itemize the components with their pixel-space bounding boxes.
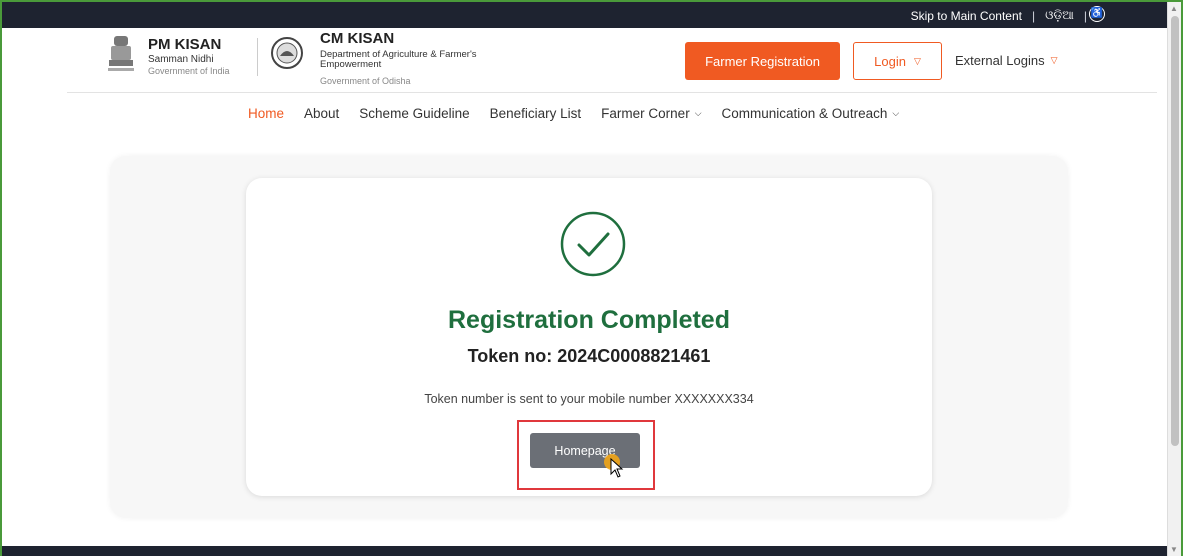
- cm-kisan-government: Government of Odisha: [320, 76, 411, 86]
- india-emblem-icon: [108, 36, 134, 71]
- accessibility-icon[interactable]: ♿: [1089, 6, 1105, 22]
- language-link[interactable]: ଓଡ଼ିଆ: [1045, 8, 1074, 23]
- scroll-down-icon[interactable]: ▼: [1170, 545, 1178, 554]
- site-footer: [2, 546, 1167, 556]
- chevron-down-icon: ⌵: [892, 108, 900, 118]
- cm-kisan-title: CM KISAN: [320, 30, 395, 47]
- nav-label: Scheme Guideline: [359, 106, 470, 121]
- header-divider: [67, 92, 1157, 93]
- farmer-registration-label: Farmer Registration: [705, 53, 820, 69]
- vertical-scrollbar[interactable]: ▲ ▼: [1167, 2, 1181, 556]
- nav-item-farmer-corner[interactable]: Farmer Corner ⌵: [601, 106, 701, 121]
- utility-links: Skip to Main Content | ଓଡ଼ିଆ |: [911, 8, 1087, 23]
- nav-label: About: [304, 106, 340, 121]
- external-logins-label: External Logins: [955, 53, 1045, 68]
- cm-kisan-department: Department of Agriculture & Farmer's Emp…: [320, 49, 477, 70]
- scroll-up-icon[interactable]: ▲: [1170, 4, 1178, 13]
- nav-item-beneficiary-list[interactable]: Beneficiary List: [490, 106, 582, 121]
- nav-label: Home: [248, 106, 285, 121]
- chevron-down-icon: ▽: [913, 55, 921, 66]
- nav-item-home[interactable]: Home: [248, 106, 284, 121]
- scrollbar-thumb[interactable]: [1171, 16, 1179, 446]
- divider: |: [1083, 8, 1087, 23]
- top-utility-bar: Skip to Main Content | ଓଡ଼ିଆ | ♿: [2, 2, 1167, 28]
- token-number: Token no: 2024C0008821461: [467, 346, 711, 366]
- mouse-cursor-icon: [610, 458, 624, 478]
- nav-item-communication-outreach[interactable]: Communication & Outreach ⌵: [722, 106, 900, 121]
- odisha-seal-icon: [271, 37, 303, 69]
- brand-divider: [257, 38, 258, 76]
- nav-label: Communication & Outreach: [721, 106, 888, 121]
- farmer-registration-button[interactable]: Farmer Registration: [685, 42, 840, 80]
- nav-label: Beneficiary List: [489, 106, 582, 121]
- divider: |: [1031, 8, 1036, 23]
- pm-kisan-subtitle: Samman Nidhi: [148, 54, 214, 65]
- registration-completed-heading: Registration Completed: [448, 306, 730, 334]
- login-label: Login: [874, 53, 906, 69]
- nav-label: Farmer Corner: [601, 106, 690, 121]
- pm-kisan-government: Government of India: [148, 66, 230, 76]
- chevron-down-icon: ▽: [1050, 55, 1058, 65]
- main-nav: Home About Scheme Guideline Beneficiary …: [248, 106, 899, 121]
- login-button[interactable]: Login ▽: [853, 42, 942, 80]
- chevron-down-icon: ⌵: [694, 108, 702, 118]
- token-sent-message: Token number is sent to your mobile numb…: [424, 392, 754, 406]
- check-circle-icon: [560, 211, 626, 277]
- nav-item-scheme-guideline[interactable]: Scheme Guideline: [359, 106, 469, 121]
- skip-to-main-link[interactable]: Skip to Main Content: [911, 9, 1022, 23]
- pm-kisan-title: PM KISAN: [148, 36, 222, 53]
- external-logins-dropdown[interactable]: External Logins ▽: [955, 53, 1058, 68]
- nav-item-about[interactable]: About: [304, 106, 339, 121]
